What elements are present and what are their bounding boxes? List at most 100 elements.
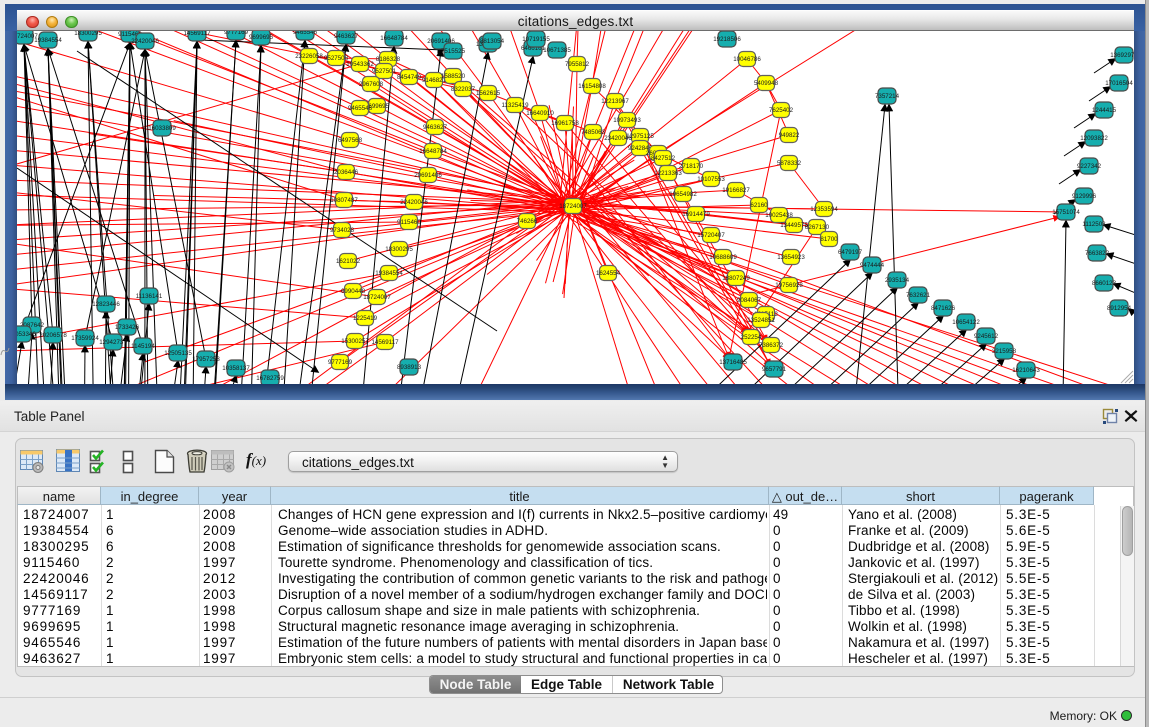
svg-text:23226058: 23226058 bbox=[295, 53, 323, 60]
svg-text:15300257: 15300257 bbox=[341, 338, 369, 345]
svg-text:8454749: 8454749 bbox=[397, 74, 422, 81]
svg-text:7515525: 7515525 bbox=[441, 48, 466, 55]
svg-text:14569117: 14569117 bbox=[371, 339, 399, 346]
svg-text:1112503: 1112503 bbox=[1082, 221, 1106, 228]
svg-text:9465546: 9465546 bbox=[348, 105, 373, 112]
svg-text:20053346: 20053346 bbox=[17, 331, 36, 338]
svg-text:18807249: 18807249 bbox=[722, 275, 750, 282]
svg-text:16033809: 16033809 bbox=[148, 125, 176, 132]
svg-text:1244415: 1244415 bbox=[1092, 107, 1117, 114]
svg-text:2718170: 2718170 bbox=[679, 163, 704, 170]
svg-text:81700: 81700 bbox=[820, 236, 838, 243]
svg-text:1562615: 1562615 bbox=[476, 90, 501, 97]
svg-text:1624554: 1624554 bbox=[596, 270, 621, 277]
svg-text:13654923: 13654923 bbox=[777, 254, 805, 261]
svg-text:9657791: 9657791 bbox=[762, 366, 787, 373]
svg-text:9474444: 9474444 bbox=[860, 262, 885, 269]
svg-text:7632621: 7632621 bbox=[906, 292, 931, 299]
svg-text:13692971: 13692971 bbox=[1110, 52, 1134, 59]
svg-text:13524851: 13524851 bbox=[747, 317, 775, 324]
svg-text:19218506: 19218506 bbox=[713, 36, 741, 43]
svg-text:1733426: 1733426 bbox=[115, 324, 140, 331]
svg-text:18724007: 18724007 bbox=[363, 294, 391, 301]
svg-text:10671385: 10671385 bbox=[543, 47, 571, 54]
svg-text:10543362: 10543362 bbox=[346, 61, 374, 68]
svg-text:9527501: 9527501 bbox=[372, 68, 397, 75]
svg-text:9245612: 9245612 bbox=[974, 333, 999, 340]
svg-text:9699695: 9699695 bbox=[249, 34, 274, 41]
svg-text:2967608: 2967608 bbox=[359, 81, 384, 88]
svg-text:8267130: 8267130 bbox=[805, 224, 830, 231]
svg-text:6990448: 6990448 bbox=[341, 288, 366, 295]
svg-text:9463627: 9463627 bbox=[423, 124, 448, 131]
svg-text:12213967: 12213967 bbox=[601, 98, 629, 105]
svg-text:8186328: 8186328 bbox=[376, 56, 401, 63]
svg-text:16961758: 16961758 bbox=[551, 120, 579, 127]
svg-text:10654122: 10654122 bbox=[952, 319, 980, 326]
svg-text:8938913: 8938913 bbox=[397, 364, 422, 371]
svg-text:11325419: 11325419 bbox=[501, 102, 529, 109]
svg-text:20206578: 20206578 bbox=[39, 332, 67, 339]
svg-text:12823446: 12823446 bbox=[92, 301, 120, 308]
svg-text:19756928: 19756928 bbox=[775, 282, 803, 289]
svg-text:949822: 949822 bbox=[779, 132, 800, 139]
svg-text:1588520: 1588520 bbox=[441, 73, 466, 80]
svg-text:8471626: 8471626 bbox=[931, 305, 956, 312]
svg-text:19384554: 19384554 bbox=[375, 270, 403, 277]
svg-text:23420046: 23420046 bbox=[604, 135, 632, 142]
svg-text:15720407: 15720407 bbox=[697, 232, 725, 239]
svg-text:17957253: 17957253 bbox=[192, 356, 220, 363]
svg-text:16210643: 16210643 bbox=[1012, 367, 1040, 374]
svg-text:12093822: 12093822 bbox=[1080, 135, 1108, 142]
svg-text:2935134: 2935134 bbox=[885, 277, 910, 284]
svg-text:9777169: 9777169 bbox=[328, 359, 353, 366]
svg-text:20691406: 20691406 bbox=[414, 172, 442, 179]
svg-text:16640910: 16640910 bbox=[526, 110, 554, 117]
svg-text:10719155: 10719155 bbox=[522, 36, 550, 43]
svg-text:5878332: 5878332 bbox=[777, 160, 802, 167]
svg-text:16914479: 16914479 bbox=[682, 211, 710, 218]
svg-text:62160: 62160 bbox=[750, 202, 768, 209]
svg-text:9227342: 9227342 bbox=[1077, 163, 1102, 170]
svg-text:12213363: 12213363 bbox=[654, 170, 682, 177]
svg-text:9734028: 9734028 bbox=[330, 227, 355, 234]
svg-text:746266: 746266 bbox=[517, 218, 538, 225]
svg-text:10107553: 10107553 bbox=[697, 176, 725, 183]
svg-text:9115460: 9115460 bbox=[397, 219, 421, 226]
svg-text:18300295: 18300295 bbox=[74, 31, 102, 37]
svg-text:1225419: 1225419 bbox=[353, 315, 378, 322]
svg-text:1145194: 1145194 bbox=[131, 343, 155, 350]
svg-text:12942737: 12942737 bbox=[99, 339, 127, 346]
svg-text:14569117: 14569117 bbox=[183, 31, 211, 37]
svg-text:16648784: 16648784 bbox=[419, 148, 447, 155]
svg-text:7485063: 7485063 bbox=[581, 129, 606, 136]
svg-text:9777169: 9777169 bbox=[224, 31, 249, 36]
svg-text:16648784: 16648784 bbox=[380, 35, 408, 42]
svg-text:12353594: 12353594 bbox=[810, 206, 838, 213]
svg-text:8660123: 8660123 bbox=[1092, 280, 1117, 287]
svg-text:9527508: 9527508 bbox=[324, 55, 349, 62]
svg-text:6479197: 6479197 bbox=[838, 249, 863, 256]
svg-text:8322037: 8322037 bbox=[451, 86, 476, 93]
svg-text:3215958: 3215958 bbox=[992, 348, 1017, 355]
svg-text:15751074: 15751074 bbox=[1052, 209, 1080, 216]
svg-text:18724007: 18724007 bbox=[559, 203, 587, 210]
svg-text:17359924: 17359924 bbox=[71, 335, 99, 342]
svg-text:13716485: 13716485 bbox=[719, 359, 747, 366]
svg-text:8813054: 8813054 bbox=[480, 38, 505, 45]
svg-text:7955812: 7955812 bbox=[565, 61, 590, 68]
svg-text:19384554: 19384554 bbox=[34, 37, 62, 44]
svg-text:17016504: 17016504 bbox=[1105, 80, 1133, 87]
svg-text:7357214: 7357214 bbox=[875, 93, 900, 100]
svg-text:7625402: 7625402 bbox=[769, 107, 794, 114]
svg-text:6497568: 6497568 bbox=[338, 137, 363, 144]
svg-text:9129996: 9129996 bbox=[1072, 193, 1097, 200]
svg-text:16154808: 16154808 bbox=[578, 83, 606, 90]
svg-text:11136141: 11136141 bbox=[136, 293, 163, 300]
svg-text:8427512: 8427512 bbox=[651, 155, 676, 162]
svg-text:10973493: 10973493 bbox=[613, 117, 641, 124]
svg-text:22420046: 22420046 bbox=[131, 38, 159, 45]
svg-text:5409948: 5409948 bbox=[754, 80, 779, 87]
svg-text:7663822: 7663822 bbox=[1085, 250, 1110, 257]
svg-text:10807487: 10807487 bbox=[330, 197, 358, 204]
